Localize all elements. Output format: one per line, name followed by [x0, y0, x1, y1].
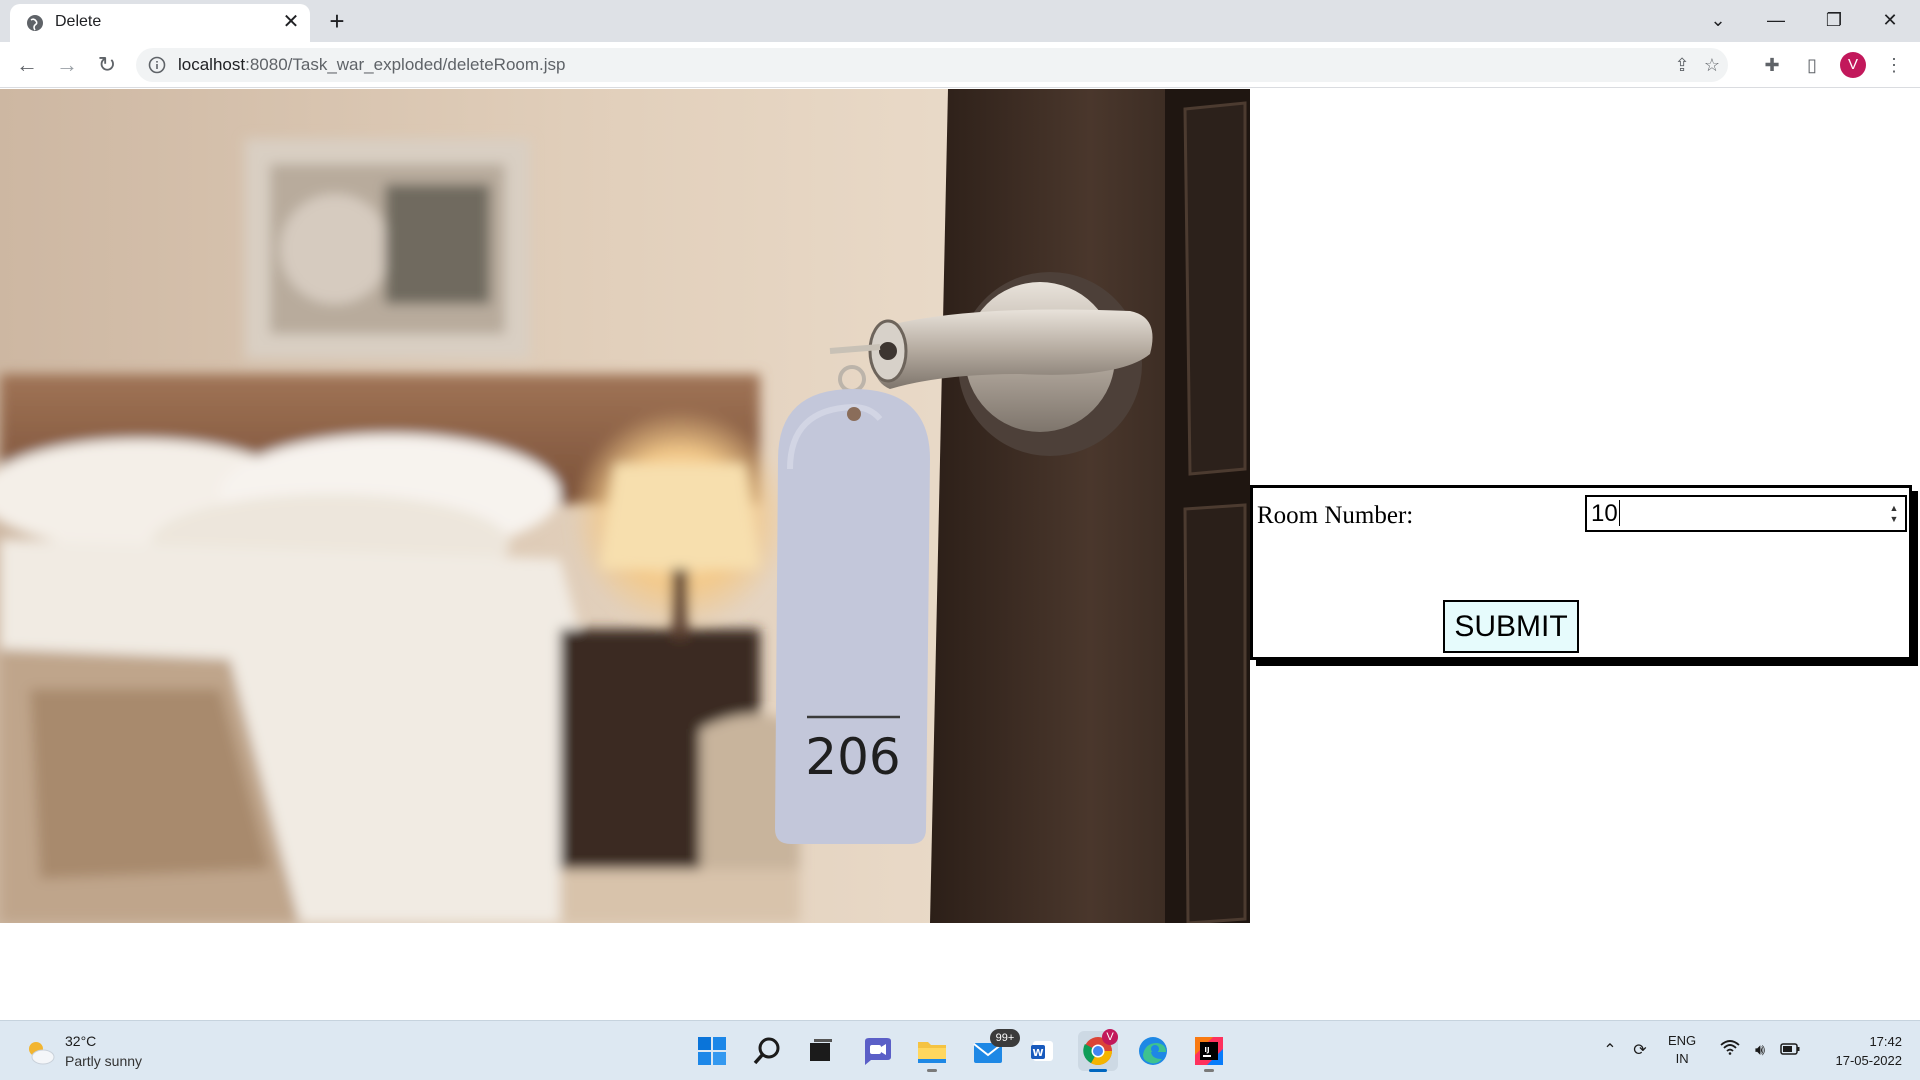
teams-chat-button[interactable] [857, 1031, 897, 1071]
tab-delete[interactable]: Delete ✕ [10, 4, 310, 42]
windows-logo-icon [698, 1037, 726, 1065]
running-indicator [927, 1069, 937, 1072]
tab-close-icon[interactable]: ✕ [280, 11, 302, 33]
svg-text:IJ: IJ [1204, 1046, 1209, 1054]
region-code: IN [1675, 1051, 1689, 1066]
language-code: ENG [1668, 1033, 1697, 1048]
wifi-icon[interactable] [1718, 1039, 1742, 1063]
address-bar[interactable]: localhost:8080/Task_war_exploded/deleteR… [136, 48, 1728, 82]
sync-icon[interactable]: ⟳ [1628, 1039, 1652, 1063]
tab-title: Delete [55, 13, 102, 30]
new-tab-button[interactable]: + [320, 6, 354, 36]
room-number-input[interactable]: 10 ▲ ▼ [1585, 495, 1907, 532]
tab-search-icon[interactable]: ⌄ [1690, 4, 1746, 36]
battery-icon[interactable] [1778, 1039, 1802, 1063]
search-button[interactable] [748, 1031, 788, 1071]
active-indicator [1089, 1069, 1107, 1072]
minimize-button[interactable]: — [1748, 4, 1804, 36]
url-path: :8080/Task_war_exploded/deleteRoom.jsp [245, 55, 566, 74]
submit-button[interactable]: SUBMIT [1443, 600, 1579, 653]
share-icon[interactable]: ⇪ [1670, 53, 1694, 77]
volume-icon[interactable]: 🔊︎ [1748, 1039, 1772, 1063]
mail-badge: 99+ [990, 1029, 1020, 1047]
language-indicator[interactable]: ENG IN [1668, 1032, 1696, 1068]
room-number-label: Room Number: [1257, 502, 1414, 529]
delete-room-form: Room Number: 10 ▲ ▼ SUBMIT [1250, 485, 1912, 660]
system-clock[interactable]: 17:42 17-05-2022 [1812, 1032, 1903, 1070]
close-window-button[interactable]: ✕ [1862, 4, 1918, 36]
chat-icon [865, 1038, 891, 1065]
file-explorer-button[interactable] [912, 1031, 952, 1072]
clock-time: 17:42 [1869, 1034, 1902, 1049]
extensions-icon[interactable]: ✚ [1758, 51, 1786, 79]
info-icon[interactable] [148, 56, 166, 74]
restore-button[interactable]: ❐ [1806, 4, 1862, 36]
reload-icon[interactable]: ↻ [92, 50, 122, 80]
profile-avatar[interactable]: V [1840, 52, 1866, 78]
clock-date: 17-05-2022 [1835, 1053, 1903, 1068]
text-caret [1618, 500, 1620, 526]
url-text[interactable]: localhost:8080/Task_war_exploded/deleteR… [178, 55, 565, 75]
menu-icon[interactable]: ⋮ [1880, 51, 1908, 79]
edge-button[interactable] [1133, 1031, 1173, 1071]
word-icon: W [1031, 1041, 1053, 1061]
intellij-icon: IJ [1195, 1037, 1223, 1065]
weather-temperature[interactable]: 32°C [65, 1033, 96, 1049]
browser-toolbar: ← → ↻ localhost:8080/Task_war_exploded/d… [0, 42, 1920, 88]
url-host: localhost [178, 55, 246, 74]
forward-icon[interactable]: → [52, 50, 82, 80]
svg-text:W: W [1032, 1048, 1043, 1059]
folder-icon [918, 1042, 946, 1063]
sidepanel-icon[interactable]: ▯ [1798, 51, 1826, 79]
chrome-profile-badge: V [1102, 1029, 1118, 1045]
task-view-button[interactable] [800, 1031, 840, 1071]
key-tag-number: 206 [805, 728, 900, 786]
globe-icon [27, 15, 43, 31]
show-hidden-icons[interactable]: ⌃ [1598, 1039, 1622, 1063]
start-button[interactable] [692, 1031, 732, 1071]
mail-button[interactable]: 99+ [968, 1029, 1020, 1071]
chrome-button[interactable]: V [1078, 1029, 1118, 1072]
partly-sunny-icon[interactable] [24, 1038, 56, 1066]
edge-icon [1139, 1037, 1167, 1065]
tab-bar: Delete ✕ + ⌄ — ❐ ✕ [0, 0, 1920, 42]
number-spinner[interactable]: ▲ ▼ [1889, 503, 1899, 525]
intellij-button[interactable]: IJ [1189, 1031, 1229, 1072]
weather-description[interactable]: Partly sunny [65, 1053, 142, 1069]
word-button[interactable]: W [1023, 1031, 1063, 1071]
windows-taskbar: 32°C Partly sunny 99+ W V IJ ⌃ ⟳ ENG IN … [0, 1020, 1920, 1080]
task-view-icon [810, 1039, 832, 1061]
running-indicator [1204, 1069, 1214, 1072]
search-icon [753, 1037, 780, 1065]
room-number-value: 10 [1591, 500, 1618, 527]
hotel-door-image: 206 [0, 89, 1250, 923]
star-icon[interactable]: ☆ [1700, 53, 1724, 77]
back-icon[interactable]: ← [12, 50, 42, 80]
